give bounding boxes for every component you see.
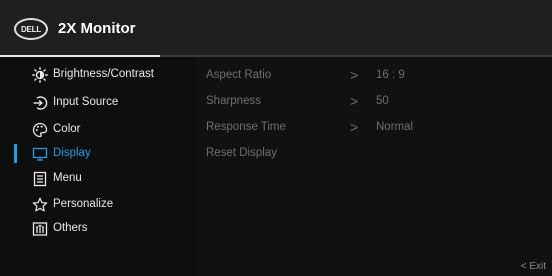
menu-item-label: Others <box>53 222 88 234</box>
menu-icon <box>32 171 48 187</box>
chevron-right-icon: > <box>350 119 359 135</box>
others-icon <box>32 221 48 237</box>
submenu-item-response-time[interactable]: Response Time > Normal <box>206 119 546 139</box>
menu-item-label: Color <box>53 123 81 135</box>
submenu-item-aspect-ratio[interactable]: Aspect Ratio > 16 : 9 <box>206 67 546 87</box>
color-palette-icon <box>32 122 48 138</box>
menu-item-others[interactable]: Others <box>0 217 196 241</box>
menu-item-label: Menu <box>53 172 82 184</box>
menu-item-label: Personalize <box>53 198 114 210</box>
brightness-icon <box>32 67 48 83</box>
input-source-icon <box>32 95 48 111</box>
submenu-item-value: Normal <box>376 121 414 133</box>
display-submenu: Aspect Ratio > 16 : 9 Sharpness > 50 Res… <box>196 57 552 276</box>
brand-label: DELL <box>20 24 42 34</box>
submenu-item-label: Aspect Ratio <box>206 69 272 81</box>
submenu-item-sharpness[interactable]: Sharpness > 50 <box>206 93 546 113</box>
monitor-title: 2X Monitor <box>58 20 136 37</box>
submenu-item-label: Response Time <box>206 121 286 133</box>
submenu-item-label: Sharpness <box>206 95 261 107</box>
menu-item-brightness-contrast[interactable]: Brightness/Contrast <box>0 63 196 87</box>
submenu-item-reset-display[interactable]: Reset Display <box>206 145 546 165</box>
exit-button[interactable]: < Exit <box>521 261 546 272</box>
submenu-item-value: 50 <box>376 95 389 107</box>
submenu-item-label: Reset Display <box>206 147 277 159</box>
star-icon <box>32 197 48 213</box>
main-menu: Brightness/Contrast Input Source Color D… <box>0 57 196 276</box>
menu-item-display[interactable]: Display <box>0 142 196 166</box>
menu-item-personalize[interactable]: Personalize <box>0 193 196 217</box>
menu-item-label: Input Source <box>53 96 119 108</box>
chevron-right-icon: > <box>350 67 359 83</box>
menu-item-label: Display <box>53 147 91 159</box>
active-indicator <box>14 144 17 163</box>
menu-item-input-source[interactable]: Input Source <box>0 91 196 115</box>
chevron-right-icon: > <box>350 93 359 109</box>
osd-header: DELL 2X Monitor <box>0 0 552 55</box>
menu-item-menu[interactable]: Menu <box>0 167 196 191</box>
menu-item-color[interactable]: Color <box>0 118 196 142</box>
submenu-item-value: 16 : 9 <box>376 69 405 81</box>
dell-logo: DELL <box>14 18 48 40</box>
menu-item-label: Brightness/Contrast <box>53 68 154 80</box>
display-icon <box>32 146 48 162</box>
